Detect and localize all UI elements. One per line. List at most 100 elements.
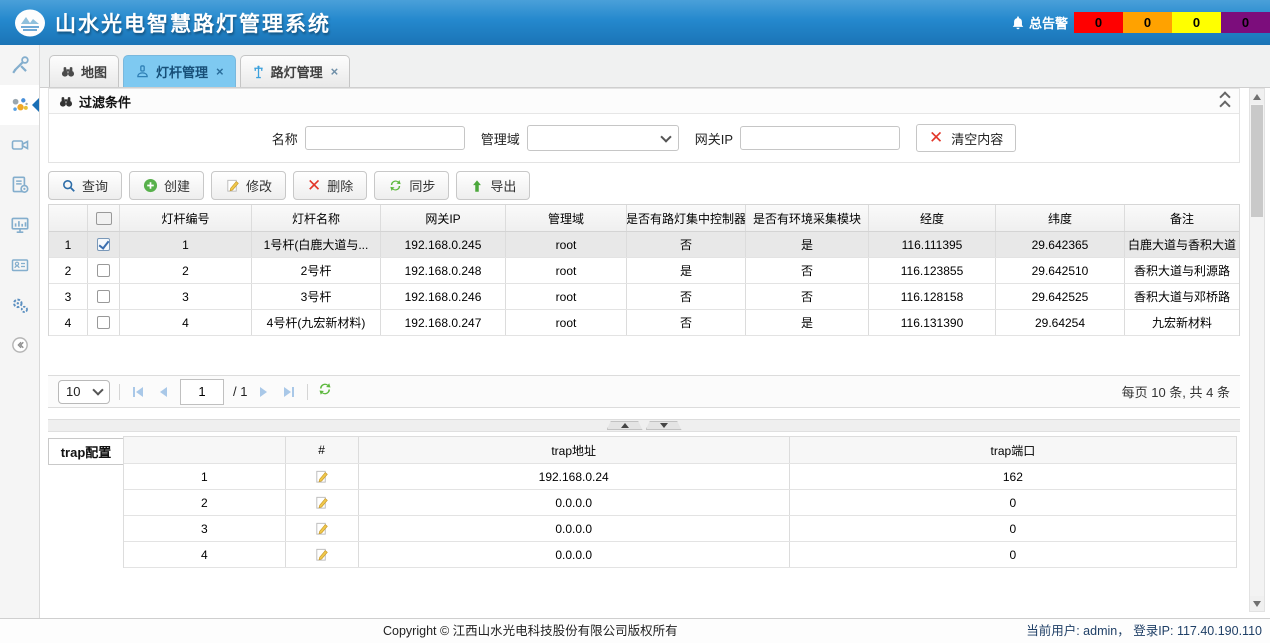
scroll-up-button[interactable] [1250, 89, 1264, 104]
table-cell: 29.642525 [996, 284, 1125, 309]
alarm-count-badge[interactable]: 0 [1172, 12, 1221, 33]
select-all-checkbox[interactable] [96, 212, 112, 225]
trap-config-tab[interactable]: trap配置 [48, 438, 124, 465]
clear-content-button[interactable]: ✕ 清空内容 [916, 124, 1016, 152]
pole-base-icon [135, 65, 150, 78]
edit-pencil-icon[interactable] [314, 547, 329, 562]
scroll-down-button[interactable] [1250, 596, 1264, 611]
trap-table-row[interactable]: 4 0.0.0.0 0 [124, 542, 1236, 568]
delete-x-icon: ✕ [307, 179, 321, 193]
sync-icon [388, 178, 403, 193]
sidebar-item-tools[interactable] [0, 45, 39, 85]
prev-page-button[interactable] [156, 387, 171, 397]
table-cell: 29.642510 [996, 258, 1125, 283]
sidebar-item-network[interactable] [0, 85, 39, 125]
page-size-value: 10 [66, 384, 80, 399]
table-cell: 192.168.0.245 [381, 232, 506, 257]
sync-button[interactable]: 同步 [374, 171, 449, 200]
table-row[interactable]: 1 11号杆(白鹿大道与...192.168.0.245root否是116.11… [49, 232, 1239, 258]
edit-pencil-icon[interactable] [314, 495, 329, 510]
delete-button[interactable]: ✕ 删除 [293, 171, 367, 200]
column-header[interactable]: 灯杆编号 [120, 205, 252, 231]
splitter-expand-up-button[interactable] [607, 421, 643, 430]
splitter-expand-down-button[interactable] [646, 421, 682, 430]
search-icon [62, 179, 76, 193]
tab-light-management[interactable]: 路灯管理 × [240, 55, 351, 87]
trap-address-cell: 0.0.0.0 [359, 516, 790, 541]
column-header[interactable]: 是否有路灯集中控制器 [627, 205, 746, 231]
table-row[interactable]: 4 44号杆(九宏新材料)192.168.0.247root否是116.1313… [49, 310, 1239, 336]
row-number-cell: 1 [49, 232, 88, 257]
scrollbar-thumb[interactable] [1251, 105, 1263, 217]
sidebar-item-monitor[interactable] [0, 205, 39, 245]
table-cell: 29.64254 [996, 310, 1125, 335]
sidebar-item-settings[interactable] [0, 285, 39, 325]
row-checkbox[interactable] [97, 238, 110, 251]
gateway-ip-input[interactable] [740, 126, 900, 150]
name-input[interactable] [305, 126, 465, 150]
sidebar-item-camera[interactable] [0, 125, 39, 165]
panel-splitter[interactable] [48, 419, 1240, 432]
row-checkbox[interactable] [97, 316, 110, 329]
trap-row-number: 2 [124, 490, 286, 515]
column-header[interactable]: 经度 [869, 205, 996, 231]
alarm-counters: 0 0 0 0 [1074, 12, 1270, 33]
table-cell: 116.131390 [869, 310, 996, 335]
table-cell: root [506, 284, 627, 309]
create-button[interactable]: 创建 [129, 171, 204, 200]
export-button[interactable]: 导出 [456, 171, 530, 200]
trap-row-number: 3 [124, 516, 286, 541]
sidebar-item-idcard[interactable] [0, 245, 39, 285]
column-header[interactable]: 是否有环境采集模块 [746, 205, 869, 231]
table-cell: 4号杆(九宏新材料) [252, 310, 381, 335]
page-number-input[interactable] [180, 379, 224, 405]
panel-collapse-icon[interactable] [1221, 93, 1229, 110]
alarm-count-badge[interactable]: 0 [1123, 12, 1172, 33]
column-header[interactable]: 纬度 [996, 205, 1125, 231]
refresh-icon[interactable] [317, 381, 333, 402]
pencil-icon [225, 178, 240, 193]
column-header[interactable]: 网关IP [381, 205, 506, 231]
row-checkbox[interactable] [97, 290, 110, 303]
edit-pencil-icon[interactable] [314, 521, 329, 536]
sidebar-collapse-button[interactable] [0, 325, 39, 365]
tab-close-icon[interactable]: × [331, 67, 339, 77]
tab-close-icon[interactable]: × [216, 67, 224, 77]
column-header[interactable]: 备注 [1125, 205, 1239, 231]
trap-port-cell: 0 [790, 490, 1236, 515]
trap-row-number: 4 [124, 542, 286, 567]
first-page-button[interactable] [129, 387, 147, 397]
domain-select[interactable] [527, 125, 679, 151]
query-button[interactable]: 查询 [48, 171, 122, 200]
modify-button[interactable]: 修改 [211, 171, 286, 200]
trap-tab-label: trap配置 [61, 442, 112, 461]
next-page-button[interactable] [256, 387, 271, 397]
table-cell: 3 [120, 284, 252, 309]
gateway-ip-label: 网关IP [695, 129, 733, 148]
alarm-count-badge[interactable]: 0 [1221, 12, 1270, 33]
table-cell: 116.111395 [869, 232, 996, 257]
column-header[interactable]: 灯杆名称 [252, 205, 381, 231]
table-row[interactable]: 2 22号杆192.168.0.248root是否116.12385529.64… [49, 258, 1239, 284]
edit-pencil-icon[interactable] [314, 469, 329, 484]
table-cell: 否 [746, 258, 869, 283]
column-header[interactable]: 管理域 [506, 205, 627, 231]
tab-map[interactable]: 地图 [49, 55, 119, 87]
document-gear-icon [9, 174, 31, 196]
row-checkbox[interactable] [97, 264, 110, 277]
row-number-cell: 4 [49, 310, 88, 335]
tab-pole-management[interactable]: 灯杆管理 × [123, 55, 236, 87]
trap-port-cell: 0 [790, 516, 1236, 541]
trap-table-row[interactable]: 2 0.0.0.0 0 [124, 490, 1236, 516]
trap-table-row[interactable]: 1 192.168.0.24 162 [124, 464, 1236, 490]
vertical-scrollbar[interactable] [1249, 88, 1265, 612]
sidebar-item-report[interactable] [0, 165, 39, 205]
alarm-count-badge[interactable]: 0 [1074, 12, 1123, 33]
table-cell: 香积大道与利源路 [1125, 258, 1239, 283]
last-page-button[interactable] [280, 387, 298, 397]
trap-table-row[interactable]: 3 0.0.0.0 0 [124, 516, 1236, 542]
table-row[interactable]: 3 33号杆192.168.0.246root否否116.12815829.64… [49, 284, 1239, 310]
page-size-select[interactable]: 10 [58, 380, 110, 404]
table-cell: 1号杆(白鹿大道与... [252, 232, 381, 257]
up-arrow-icon [470, 179, 484, 193]
